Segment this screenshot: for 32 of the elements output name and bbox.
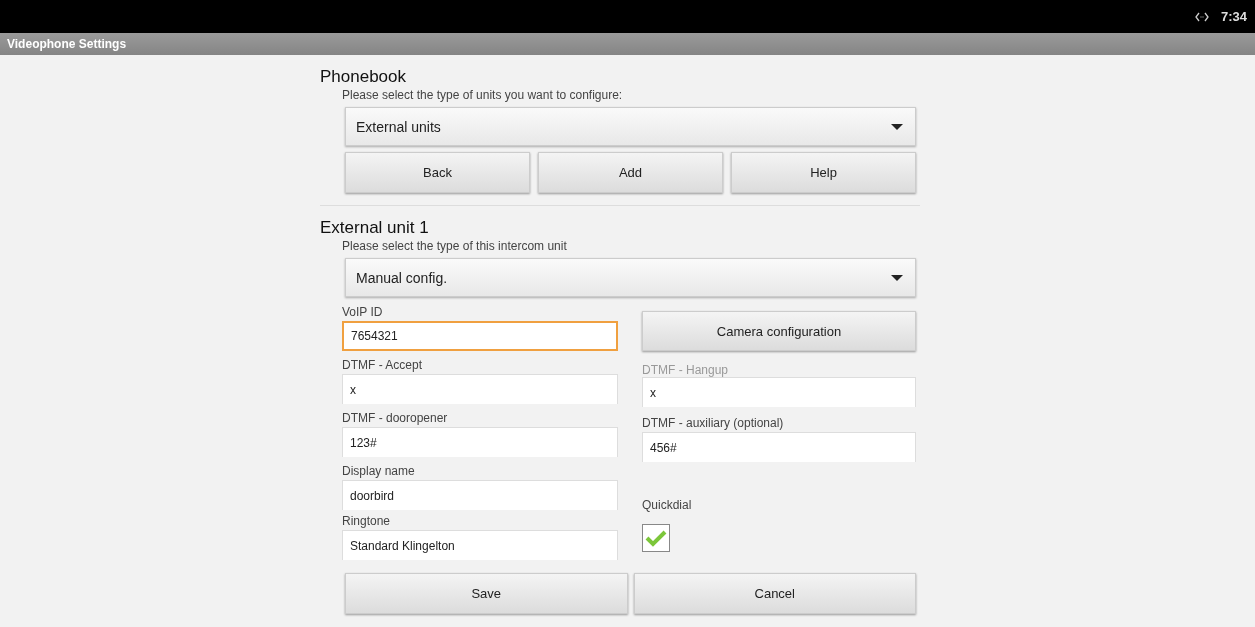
- input-field[interactable]: x: [342, 374, 618, 404]
- input-field[interactable]: Standard Klingelton: [342, 530, 618, 560]
- input-field[interactable]: doorbird: [342, 480, 618, 510]
- action-button[interactable]: Save: [345, 573, 628, 614]
- caret-icon: [891, 274, 903, 281]
- clock: 7:34: [1220, 9, 1247, 24]
- field-label: DTMF - dooropener: [342, 411, 449, 425]
- unit-type-dropdown[interactable]: External units: [345, 107, 916, 146]
- data-transfer-icon: [1194, 11, 1209, 22]
- field-label: VoIP ID: [342, 305, 384, 319]
- quickdial-checkbox[interactable]: [642, 524, 670, 552]
- caret-icon: [891, 123, 903, 130]
- section-heading: Phonebook: [320, 67, 408, 88]
- input-field[interactable]: 123#: [342, 427, 618, 457]
- intercom-type-dropdown[interactable]: Manual config.: [345, 258, 916, 297]
- field-label: DTMF - Accept: [342, 358, 423, 372]
- checkbox-label: Quickdial: [642, 498, 693, 512]
- field-label: DTMF - auxiliary (optional): [642, 416, 785, 430]
- prompt-text: Please select the type of this intercom unit: [342, 240, 568, 252]
- section-heading: External unit 1: [320, 218, 430, 239]
- action-button[interactable]: Add: [538, 152, 723, 193]
- action-button[interactable]: Help: [731, 152, 916, 193]
- camera-configuration-button[interactable]: Camera configuration: [642, 311, 916, 351]
- field-label: Ringtone: [342, 514, 392, 528]
- input-field[interactable]: 456#: [642, 432, 916, 462]
- input-field[interactable]: 7654321: [342, 321, 618, 351]
- action-button[interactable]: Cancel: [633, 573, 916, 614]
- field-label: Display name: [342, 464, 416, 478]
- prompt-text: Please select the type of units you want to configure:: [342, 89, 624, 101]
- window-title: Videophone Settings: [7, 37, 127, 51]
- field-label: DTMF - Hangup: [642, 363, 730, 377]
- action-button[interactable]: Back: [345, 152, 530, 193]
